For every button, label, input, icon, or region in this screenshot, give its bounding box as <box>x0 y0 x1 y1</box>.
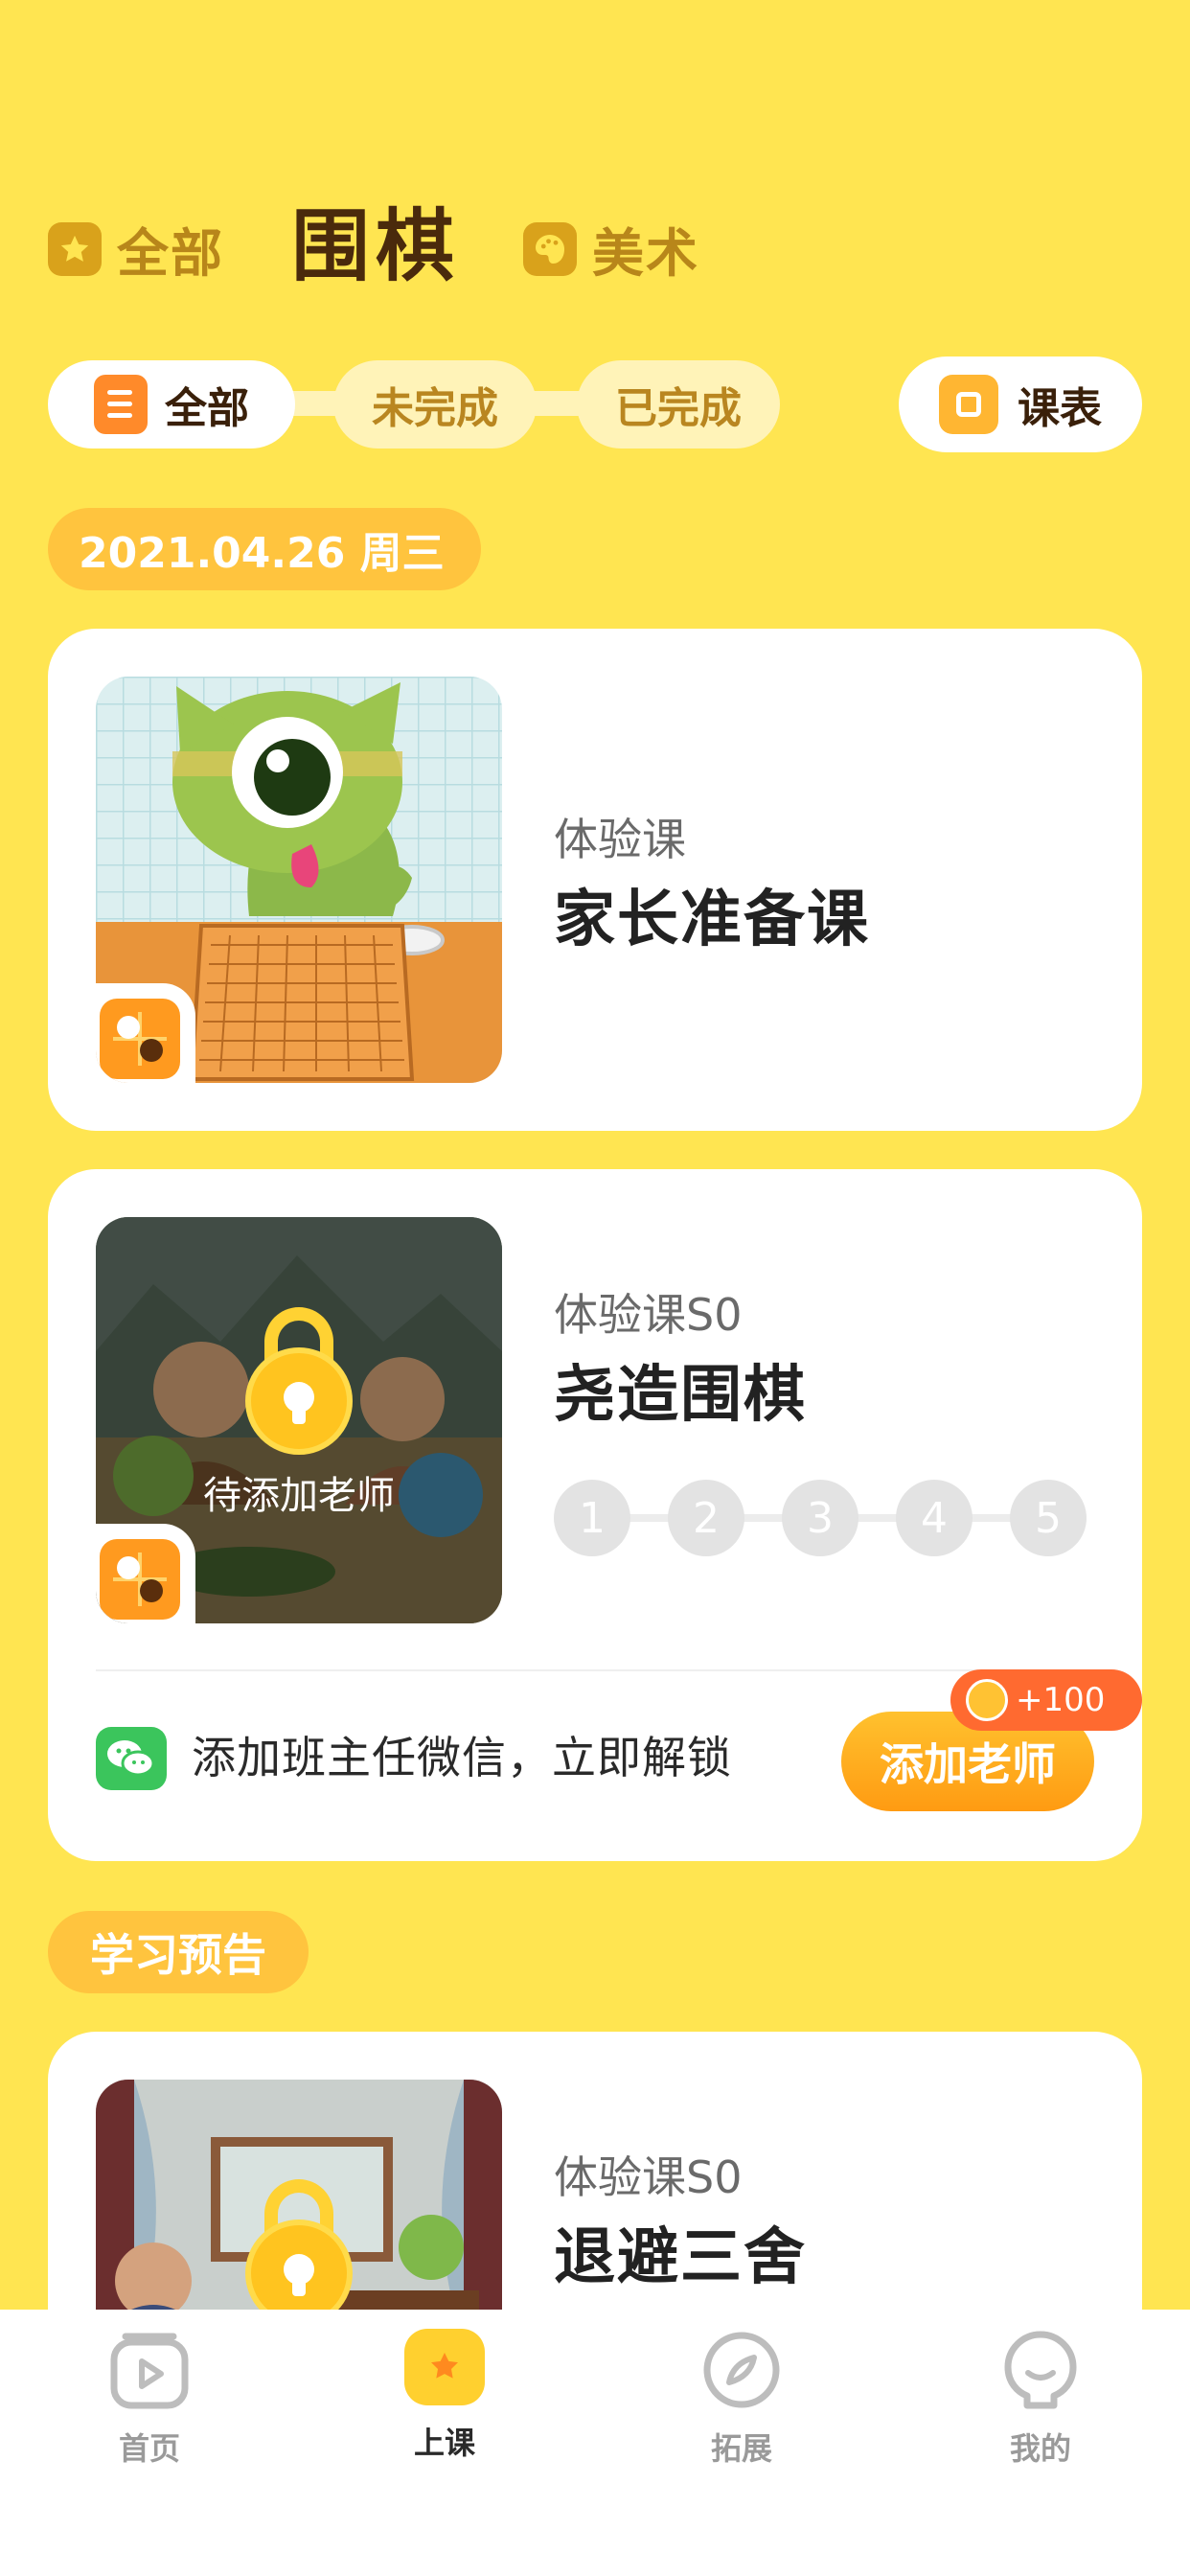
lesson-thumbnail: 待添加老师 <box>96 1217 502 1623</box>
go-board-icon <box>100 999 180 1079</box>
filter-complete-label: 已完成 <box>615 384 742 433</box>
compass-icon <box>703 2332 780 2408</box>
subject-tab-weiqi[interactable]: 围棋 <box>291 182 460 296</box>
lesson-subtitle: 体验课 <box>554 814 686 865</box>
tab-class[interactable]: 上课 <box>349 2329 540 2463</box>
star-icon <box>48 221 102 276</box>
subject-tab-all[interactable]: 全部 <box>48 211 224 287</box>
tab-explore-label: 拓展 <box>710 2430 772 2467</box>
lock-icon <box>245 1307 353 1455</box>
play-icon <box>110 2333 189 2409</box>
face-icon <box>1004 2331 1077 2409</box>
step-5: 5 <box>1010 1480 1087 1556</box>
lock-label: 待添加老师 <box>203 1474 395 1518</box>
tab-home-label: 首页 <box>118 2430 180 2467</box>
reward-amount: +100 <box>1016 1681 1106 1719</box>
lesson-steps: 1 2 3 4 5 <box>554 1480 1087 1556</box>
filter-complete[interactable]: 已完成 <box>577 360 780 448</box>
step-1: 1 <box>554 1480 630 1556</box>
lesson-title: 尧造围棋 <box>554 1360 807 1431</box>
filter-incomplete-label: 未完成 <box>372 384 498 433</box>
step-3: 3 <box>782 1480 858 1556</box>
tab-class-label: 上课 <box>413 2425 475 2461</box>
coin-icon <box>966 1679 1008 1721</box>
preview-title: 退避三舍 <box>554 2222 807 2293</box>
wechat-icon <box>96 1727 167 1790</box>
tab-mine[interactable]: 我的 <box>945 2329 1136 2469</box>
reward-badge: +100 <box>950 1669 1142 1731</box>
filter-incomplete[interactable]: 未完成 <box>333 360 537 448</box>
tab-mine-label: 我的 <box>1009 2430 1071 2467</box>
section-tag-preview: 学习预告 <box>48 1911 309 1993</box>
filter-all[interactable]: 全部 <box>48 360 295 448</box>
preview-subtitle: 体验课S0 <box>554 2151 743 2203</box>
tab-home[interactable]: 首页 <box>54 2329 245 2469</box>
lesson-card[interactable]: 体验课 家长准备课 <box>48 629 1142 1131</box>
step-2: 2 <box>668 1480 744 1556</box>
divider <box>96 1669 1094 1671</box>
document-icon <box>88 375 148 440</box>
filter-all-label: 全部 <box>165 384 249 433</box>
step-4: 4 <box>896 1480 973 1556</box>
weiqi-badge <box>96 983 195 1083</box>
tab-explore[interactable]: 拓展 <box>646 2329 837 2469</box>
subject-tab-art[interactable]: 美术 <box>523 211 699 287</box>
calendar-icon <box>939 375 998 434</box>
unlock-hint: 添加班主任微信，立即解锁 <box>192 1732 732 1783</box>
flower-icon <box>404 2329 485 2405</box>
go-board-icon <box>100 1539 180 1620</box>
palette-icon <box>523 221 577 276</box>
lock-icon <box>245 2179 353 2327</box>
schedule-button[interactable]: 课表 <box>899 356 1142 452</box>
lesson-card-locked[interactable]: 待添加老师 体验课S0 尧造围棋 1 2 3 4 5 添加班主任微信，立即解锁 … <box>48 1169 1142 1861</box>
schedule-label: 课表 <box>1018 384 1102 433</box>
date-tag: 2021.04.26 周三 <box>48 508 481 590</box>
lesson-title: 家长准备课 <box>554 885 870 955</box>
lesson-subtitle: 体验课S0 <box>554 1289 743 1341</box>
lesson-thumbnail <box>96 677 502 1083</box>
bottom-tab-bar: 首页 上课 拓展 我的 <box>0 2310 1190 2576</box>
weiqi-badge <box>96 1524 195 1623</box>
